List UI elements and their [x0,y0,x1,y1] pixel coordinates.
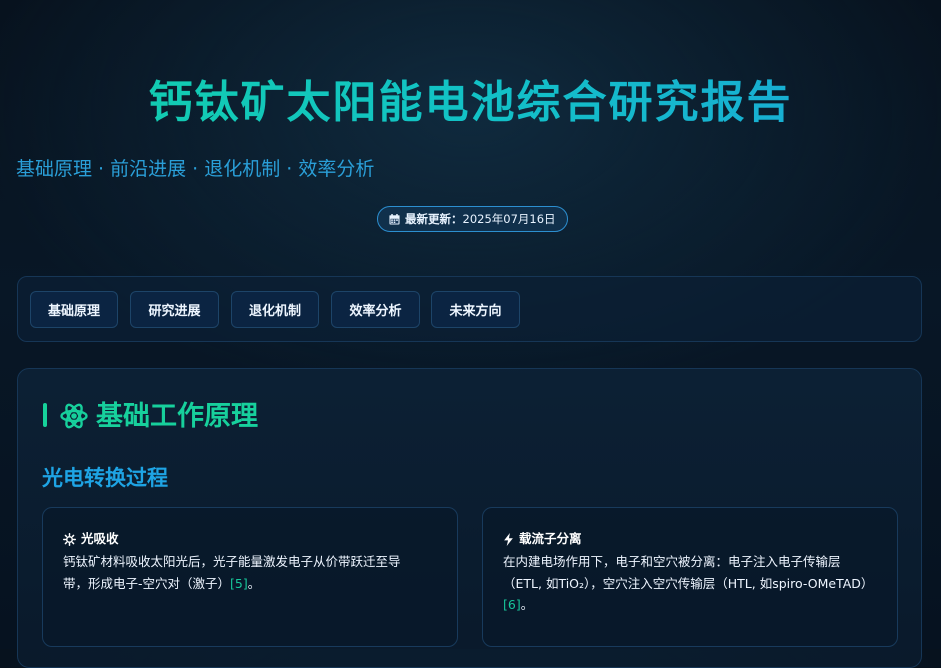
card-text-segment: 带，形成电子-空穴对（激子） [63,575,231,591]
sun-icon [63,532,76,546]
card-description: 在内建电场作用下，电子和空穴被分离：电子注入电子传输层 （ETL, 如TiO₂）… [503,551,873,616]
nav-item-future[interactable]: 未来方向 [431,291,520,328]
card-title: 载流子分离 [503,530,582,548]
card-text-tail: 。 [520,597,534,612]
card-text-line: [6]。 [503,594,873,616]
page-subtitle: 基础原理 · 前沿进展 · 退化机制 · 效率分析 [16,158,375,180]
card-text-line: （ETL, 如TiO₂），空穴注入空穴传输层（HTL, 如spiro-OMeTA… [503,575,874,591]
nav-item-progress[interactable]: 研究进展 [130,291,219,328]
update-badge: 最新更新： 2025年07月16日 [377,206,568,232]
card-title-text: 光吸收 [81,531,119,546]
card-title-text: 载流子分离 [519,531,582,546]
basics-section: 基础工作原理 光电转换过程 光吸收 钙钛矿材料吸收太阳光后，光子能量激发电子从价… [17,368,922,668]
atom-icon [60,403,88,429]
citation-link[interactable]: [6] [503,597,521,612]
bolt-icon [504,532,513,546]
page: 钙钛矿太阳能电池综合研究报告 基础原理 · 前沿进展 · 退化机制 · 效率分析… [0,0,941,668]
nav-item-basics[interactable]: 基础原理 [30,291,118,328]
badge-date: 2025年07月16日 [462,212,556,226]
card-carrier-separation: 载流子分离 在内建电场作用下，电子和空穴被分离：电子注入电子传输层 （ETL, … [482,507,898,647]
card-description: 钙钛矿材料吸收太阳光后，光子能量激发电子从价带跃迁至导 带，形成电子-空穴对（激… [63,551,401,594]
section-accent-bar [43,403,47,427]
badge-prefix: 最新更新： [405,212,463,226]
calendar-icon [389,213,400,225]
card-text-line: 钙钛矿材料吸收太阳光后，光子能量激发电子从价带跃迁至导 [63,554,401,569]
card-title: 光吸收 [63,530,119,548]
card-text-line: 在内建电场作用下，电子和空穴被分离：电子注入电子传输层 [503,554,841,569]
nav-item-degradation[interactable]: 退化机制 [231,291,319,328]
subsection-title: 光电转换过程 [42,466,168,490]
card-text-tail: 。 [247,575,261,591]
section-nav: 基础原理 研究进展 退化机制 效率分析 未来方向 [17,276,922,342]
section-title: 基础工作原理 [96,401,258,432]
nav-item-efficiency[interactable]: 效率分析 [331,291,420,328]
page-title: 钙钛矿太阳能电池综合研究报告 [0,72,941,134]
citation-link[interactable]: [5] [230,576,248,591]
card-light-absorption: 光吸收 钙钛矿材料吸收太阳光后，光子能量激发电子从价带跃迁至导 带，形成电子-空… [42,507,458,647]
card-text-line: 带，形成电子-空穴对（激子）[5]。 [63,573,401,595]
